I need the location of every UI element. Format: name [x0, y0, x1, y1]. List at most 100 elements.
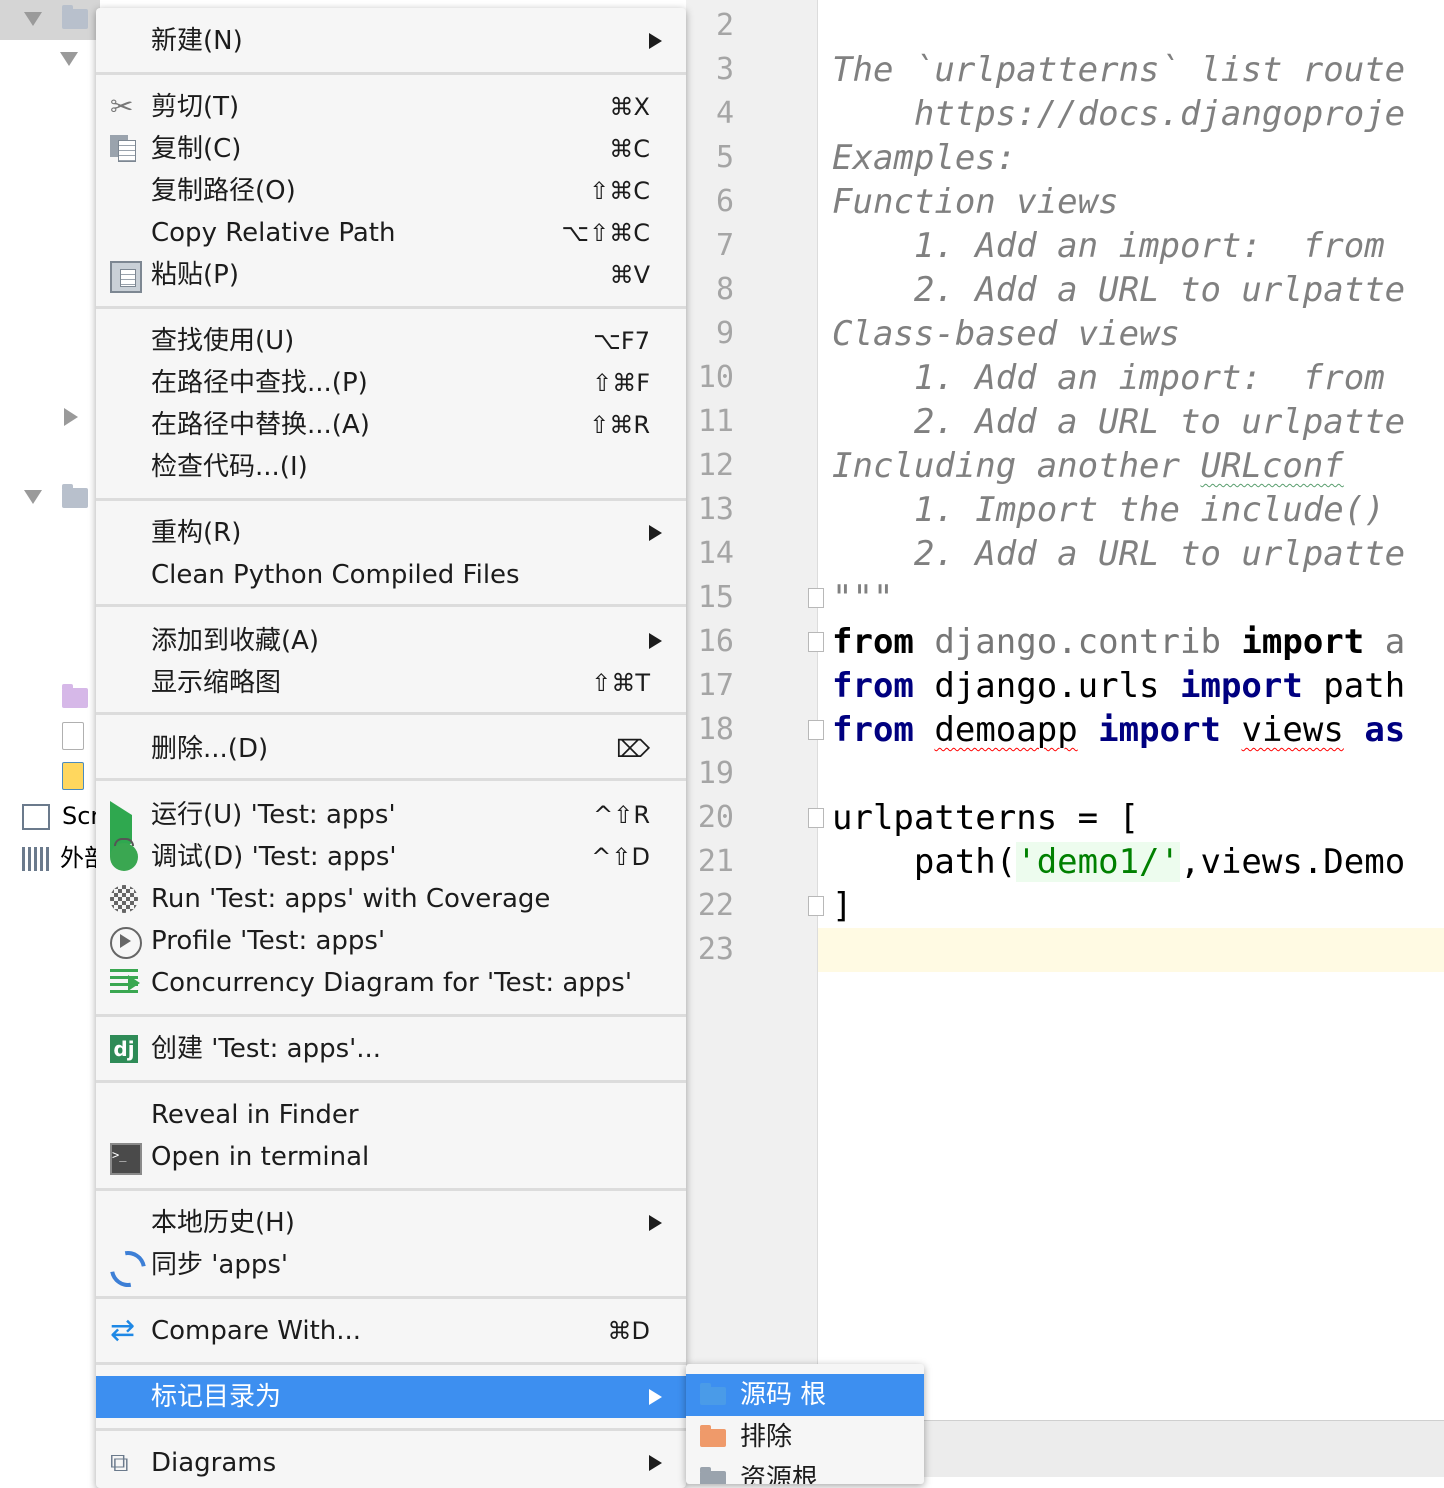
menu-item-7[interactable]: 查找使用(U) ⌥F7: [96, 320, 686, 362]
submenu-item-1[interactable]: 源码 根: [686, 1374, 924, 1416]
menu-item-4[interactable]: 复制路径(O) ⇧⌘C: [96, 170, 686, 212]
menu-item-9[interactable]: 在路径中替换...(A) ⇧⌘R: [96, 404, 686, 446]
tree-row-external-libraries[interactable]: 外部: [22, 838, 100, 878]
menu-item-24[interactable]: 本地历史(H): [96, 1202, 686, 1244]
menu-item-label: 剪切(T): [151, 92, 240, 122]
fold-marker-icon[interactable]: [808, 632, 824, 652]
menu-separator: [96, 1296, 686, 1299]
line-number: 2: [715, 8, 734, 43]
code-token: 1. Add an import: from: [832, 358, 1385, 398]
menu-item-5[interactable]: Copy Relative Path ⌥⇧⌘C: [96, 212, 686, 254]
project-tree: Scr 外部 appsdemoappmigrations__init__.pya…: [0, 0, 100, 1476]
submenu-arrow-icon: [649, 1389, 662, 1405]
collapse-arrow-icon[interactable]: [64, 408, 78, 426]
menu-item-1[interactable]: 新建(N): [96, 20, 686, 62]
menu-item-8[interactable]: 在路径中查找...(P) ⇧⌘F: [96, 362, 686, 404]
submenu-item-2[interactable]: 排除: [686, 1416, 924, 1458]
code-token: ]: [832, 886, 853, 926]
code-line: from django.contrib import a: [832, 620, 1405, 664]
code-token: from: [832, 710, 914, 750]
expand-arrow-icon[interactable]: [60, 52, 78, 66]
library-icon: [22, 847, 50, 871]
menu-item-6[interactable]: 粘贴(P) ⌘V: [96, 254, 686, 296]
submenu-item-3[interactable]: 资源根: [686, 1458, 924, 1484]
menu-item-22[interactable]: Reveal in Finder: [96, 1094, 686, 1136]
fold-marker-icon[interactable]: [808, 720, 824, 740]
submenu-arrow-icon: [649, 633, 662, 649]
menu-separator: [96, 1188, 686, 1191]
menu-item-shortcut: ⌘C: [609, 135, 650, 163]
menu-separator: [96, 72, 686, 75]
code-token: import: [1098, 710, 1221, 750]
fold-marker-icon[interactable]: [808, 896, 824, 916]
menu-item-10[interactable]: 检查代码...(I): [96, 446, 686, 488]
code-token: django.contrib: [913, 622, 1242, 662]
line-number-gutter: 2 3 4 5 6 7 8 9 10 11 12 13 14 15 16 17 18 19 20 21 22 23: [686, 0, 818, 1420]
menu-item-25[interactable]: 同步 'apps': [96, 1243, 686, 1295]
context-menu: 新建(N) ✂ 剪切(T) ⌘X 复制(C) ⌘C 复制路径(O) ⇧⌘C Copy Relat…: [96, 8, 686, 1488]
code-token: 2. Add a URL to urlpatte: [832, 402, 1406, 442]
menu-item-28[interactable]: ⧉ Diagrams: [96, 1442, 686, 1484]
menu-separator: [96, 498, 686, 501]
menu-separator: [96, 306, 686, 309]
fold-marker-icon[interactable]: [808, 808, 824, 828]
code-line: https://docs.djangoproje: [832, 92, 1405, 136]
menu-item-2[interactable]: ✂ 剪切(T) ⌘X: [96, 86, 686, 128]
code-token: https://docs.djangoproje: [832, 94, 1406, 134]
django-icon: dj: [110, 1035, 138, 1063]
code-editor[interactable]: The `urlpatterns` list route https://doc…: [818, 0, 1444, 1420]
menu-item-3[interactable]: 复制(C) ⌘C: [96, 128, 686, 170]
diagram-icon: ⧉: [110, 1448, 129, 1478]
menu-item-27[interactable]: 标记目录为: [96, 1376, 686, 1418]
code-token: Including another: [832, 446, 1201, 486]
line-number: 17: [697, 668, 734, 703]
menu-item-18[interactable]: Run 'Test: apps' with Coverage: [96, 878, 686, 920]
menu-separator: [96, 778, 686, 781]
code-token: ,views.Demo: [1180, 842, 1406, 882]
paste-icon: [110, 261, 142, 293]
menu-item-15[interactable]: 删除...(D) ⌦: [96, 728, 686, 770]
fold-marker-icon[interactable]: [808, 588, 824, 608]
submenu-arrow-icon: [649, 525, 662, 541]
line-number: 20: [697, 800, 734, 835]
menu-separator: [96, 604, 686, 607]
menu-item-17[interactable]: 调试(D) 'Test: apps' ^⇧D: [96, 836, 686, 878]
menu-item-label: 显示缩略图: [151, 668, 282, 698]
menu-item-26[interactable]: ⇄ Compare With... ⌘D: [96, 1310, 686, 1352]
menu-item-16[interactable]: 运行(U) 'Test: apps' ^⇧R: [96, 794, 686, 857]
menu-separator: [96, 712, 686, 715]
code-token: 'demo1/': [1016, 842, 1180, 882]
menu-item-14[interactable]: 显示缩略图 ⇧⌘T: [96, 662, 686, 704]
menu-item-13[interactable]: 添加到收藏(A): [96, 620, 686, 662]
code-token: import: [1241, 622, 1365, 662]
code-token: 2. Add a URL to urlpatte: [832, 534, 1406, 574]
coverage-icon: [110, 885, 138, 913]
templates-folder-icon: [62, 684, 88, 708]
code-line: 2. Add a URL to urlpatte: [832, 268, 1405, 312]
code-token: Class-based views: [832, 314, 1180, 354]
code-line: 1. Add an import: from: [832, 356, 1385, 400]
menu-item-label: 添加到收藏(A): [151, 626, 320, 656]
menu-item-12[interactable]: Clean Python Compiled Files: [96, 554, 686, 596]
menu-item-21[interactable]: dj 创建 'Test: apps'...: [96, 1028, 686, 1070]
code-line: from demoapp import views as: [832, 708, 1405, 752]
menu-item-20[interactable]: Concurrency Diagram for 'Test: apps': [96, 962, 686, 1004]
menu-item-label: 检查代码...(I): [151, 452, 308, 482]
folder-icon: [700, 1425, 726, 1447]
tree-row-apps[interactable]: [0, 0, 100, 40]
line-number: 8: [715, 272, 734, 307]
folder-icon: [62, 5, 88, 29]
menu-item-label: 标记目录为: [151, 1382, 282, 1412]
copy-icon: [110, 135, 138, 163]
menu-item-label: 在路径中替换...(A): [151, 410, 370, 440]
tree-row-scratches[interactable]: Scr: [22, 796, 100, 836]
expand-arrow-icon[interactable]: [24, 12, 42, 26]
menu-separator: [96, 1362, 686, 1365]
menu-item-19[interactable]: Profile 'Test: apps': [96, 920, 686, 962]
menu-item-11[interactable]: 重构(R): [96, 512, 686, 554]
menu-item-23[interactable]: >_ Open in terminal: [96, 1136, 686, 1178]
line-number: 3: [715, 52, 734, 87]
expand-arrow-icon[interactable]: [24, 490, 42, 504]
menu-item-label: Copy Relative Path: [151, 218, 396, 248]
